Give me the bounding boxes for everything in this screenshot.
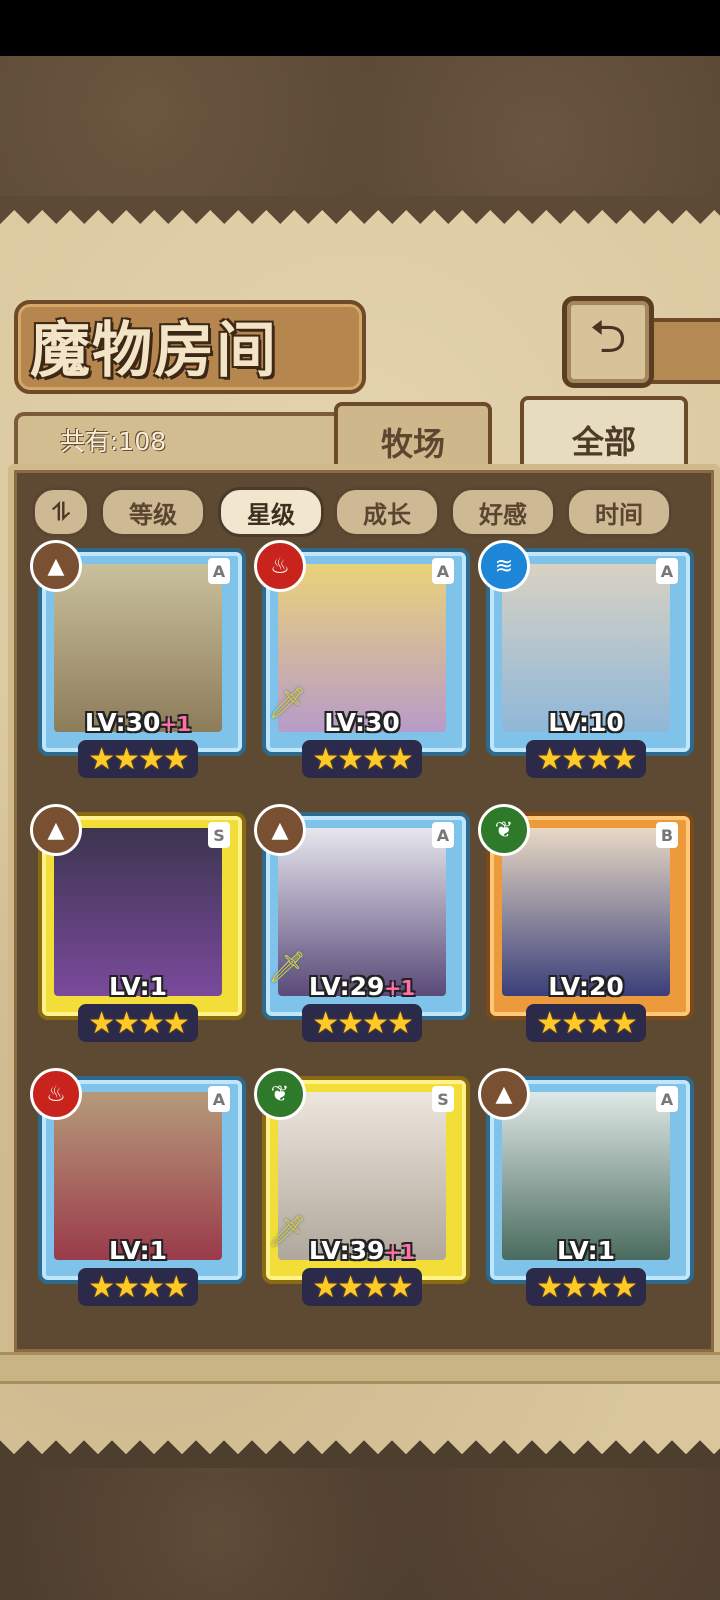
monster-portrait xyxy=(54,564,222,732)
monster-card[interactable]: ♨ A LV:1 ★★★★ xyxy=(30,1068,246,1306)
rank-badge: A xyxy=(208,558,230,584)
monster-card[interactable]: ❦ S 🗡 LV:39+1 ★★★★ xyxy=(254,1068,470,1306)
status-bar xyxy=(0,0,720,56)
rank-badge: S xyxy=(208,822,230,848)
sort-order-toggle[interactable]: ⥮ xyxy=(32,487,90,537)
monster-portrait xyxy=(502,564,670,732)
monster-portrait xyxy=(502,1092,670,1260)
rank-badge: A xyxy=(656,558,678,584)
back-arrow-icon: ⮌ xyxy=(589,309,627,363)
monster-card[interactable]: ▲ A LV:1 ★★★★ xyxy=(478,1068,694,1306)
rank-badge: A xyxy=(656,1086,678,1112)
monster-card[interactable]: ❦ B LV:20 ★★★★ xyxy=(478,804,694,1042)
monster-card[interactable]: ▲ A LV:30+1 ★★★★ xyxy=(30,540,246,778)
panel-bottom-rail xyxy=(0,1352,720,1384)
water-waves-icon: ≋ xyxy=(478,540,530,592)
star-rating: ★★★★ xyxy=(78,1268,198,1306)
rank-badge: B xyxy=(656,822,678,848)
map-background-bottom xyxy=(0,1465,720,1600)
monster-count: 共有:108 xyxy=(60,427,167,456)
level-label: LV:30 xyxy=(324,708,400,737)
star-rating: ★★★★ xyxy=(526,740,646,778)
torn-edge-top xyxy=(0,196,720,224)
flame-icon: ♨ xyxy=(30,1068,82,1120)
leaf-icon: ❦ xyxy=(478,804,530,856)
monster-card[interactable]: ▲ A 🗡 LV:29+1 ★★★★ xyxy=(254,804,470,1042)
level-label: LV:30+1 xyxy=(84,708,192,737)
monster-portrait xyxy=(54,1092,222,1260)
star-rating: ★★★★ xyxy=(302,1268,422,1306)
rank-badge: A xyxy=(208,1086,230,1112)
back-button[interactable]: ⮌ xyxy=(562,296,654,388)
mountain-icon: ▲ xyxy=(30,804,82,856)
level-label: LV:29+1 xyxy=(308,972,416,1001)
sort-star-button[interactable]: 星级 xyxy=(218,487,324,537)
mountain-icon: ▲ xyxy=(254,804,306,856)
level-label: LV:1 xyxy=(108,972,168,1001)
star-rating: ★★★★ xyxy=(302,1004,422,1042)
sort-affection-button[interactable]: 好感 xyxy=(450,487,556,537)
rank-badge: A xyxy=(432,822,454,848)
sort-time-button[interactable]: 时间 xyxy=(566,487,672,537)
monster-card[interactable]: ♨ A 🗡 LV:30 ★★★★ xyxy=(254,540,470,778)
monster-portrait xyxy=(54,828,222,996)
level-label: LV:20 xyxy=(548,972,624,1001)
map-background-top xyxy=(0,56,720,196)
star-rating: ★★★★ xyxy=(78,1004,198,1042)
page-title: 魔物房间 xyxy=(30,316,278,386)
mountain-icon: ▲ xyxy=(30,540,82,592)
sort-level-button[interactable]: 等级 xyxy=(100,487,206,537)
torn-edge-bottom xyxy=(0,1440,720,1468)
flame-icon: ♨ xyxy=(254,540,306,592)
star-rating: ★★★★ xyxy=(526,1268,646,1306)
monster-card[interactable]: ≋ A LV:10 ★★★★ xyxy=(478,540,694,778)
sort-growth-button[interactable]: 成长 xyxy=(334,487,440,537)
level-label: LV:1 xyxy=(108,1236,168,1265)
star-rating: ★★★★ xyxy=(302,740,422,778)
leaf-icon: ❦ xyxy=(254,1068,306,1120)
rank-badge: A xyxy=(432,558,454,584)
sort-order-icon: ⥮ xyxy=(52,498,70,526)
star-rating: ★★★★ xyxy=(526,1004,646,1042)
star-rating: ★★★★ xyxy=(78,740,198,778)
level-label: LV:10 xyxy=(548,708,624,737)
level-label: LV:39+1 xyxy=(308,1236,416,1265)
mountain-icon: ▲ xyxy=(478,1068,530,1120)
rank-badge: S xyxy=(432,1086,454,1112)
monster-portrait xyxy=(502,828,670,996)
monster-card[interactable]: ▲ S LV:1 ★★★★ xyxy=(30,804,246,1042)
level-label: LV:1 xyxy=(556,1236,616,1265)
